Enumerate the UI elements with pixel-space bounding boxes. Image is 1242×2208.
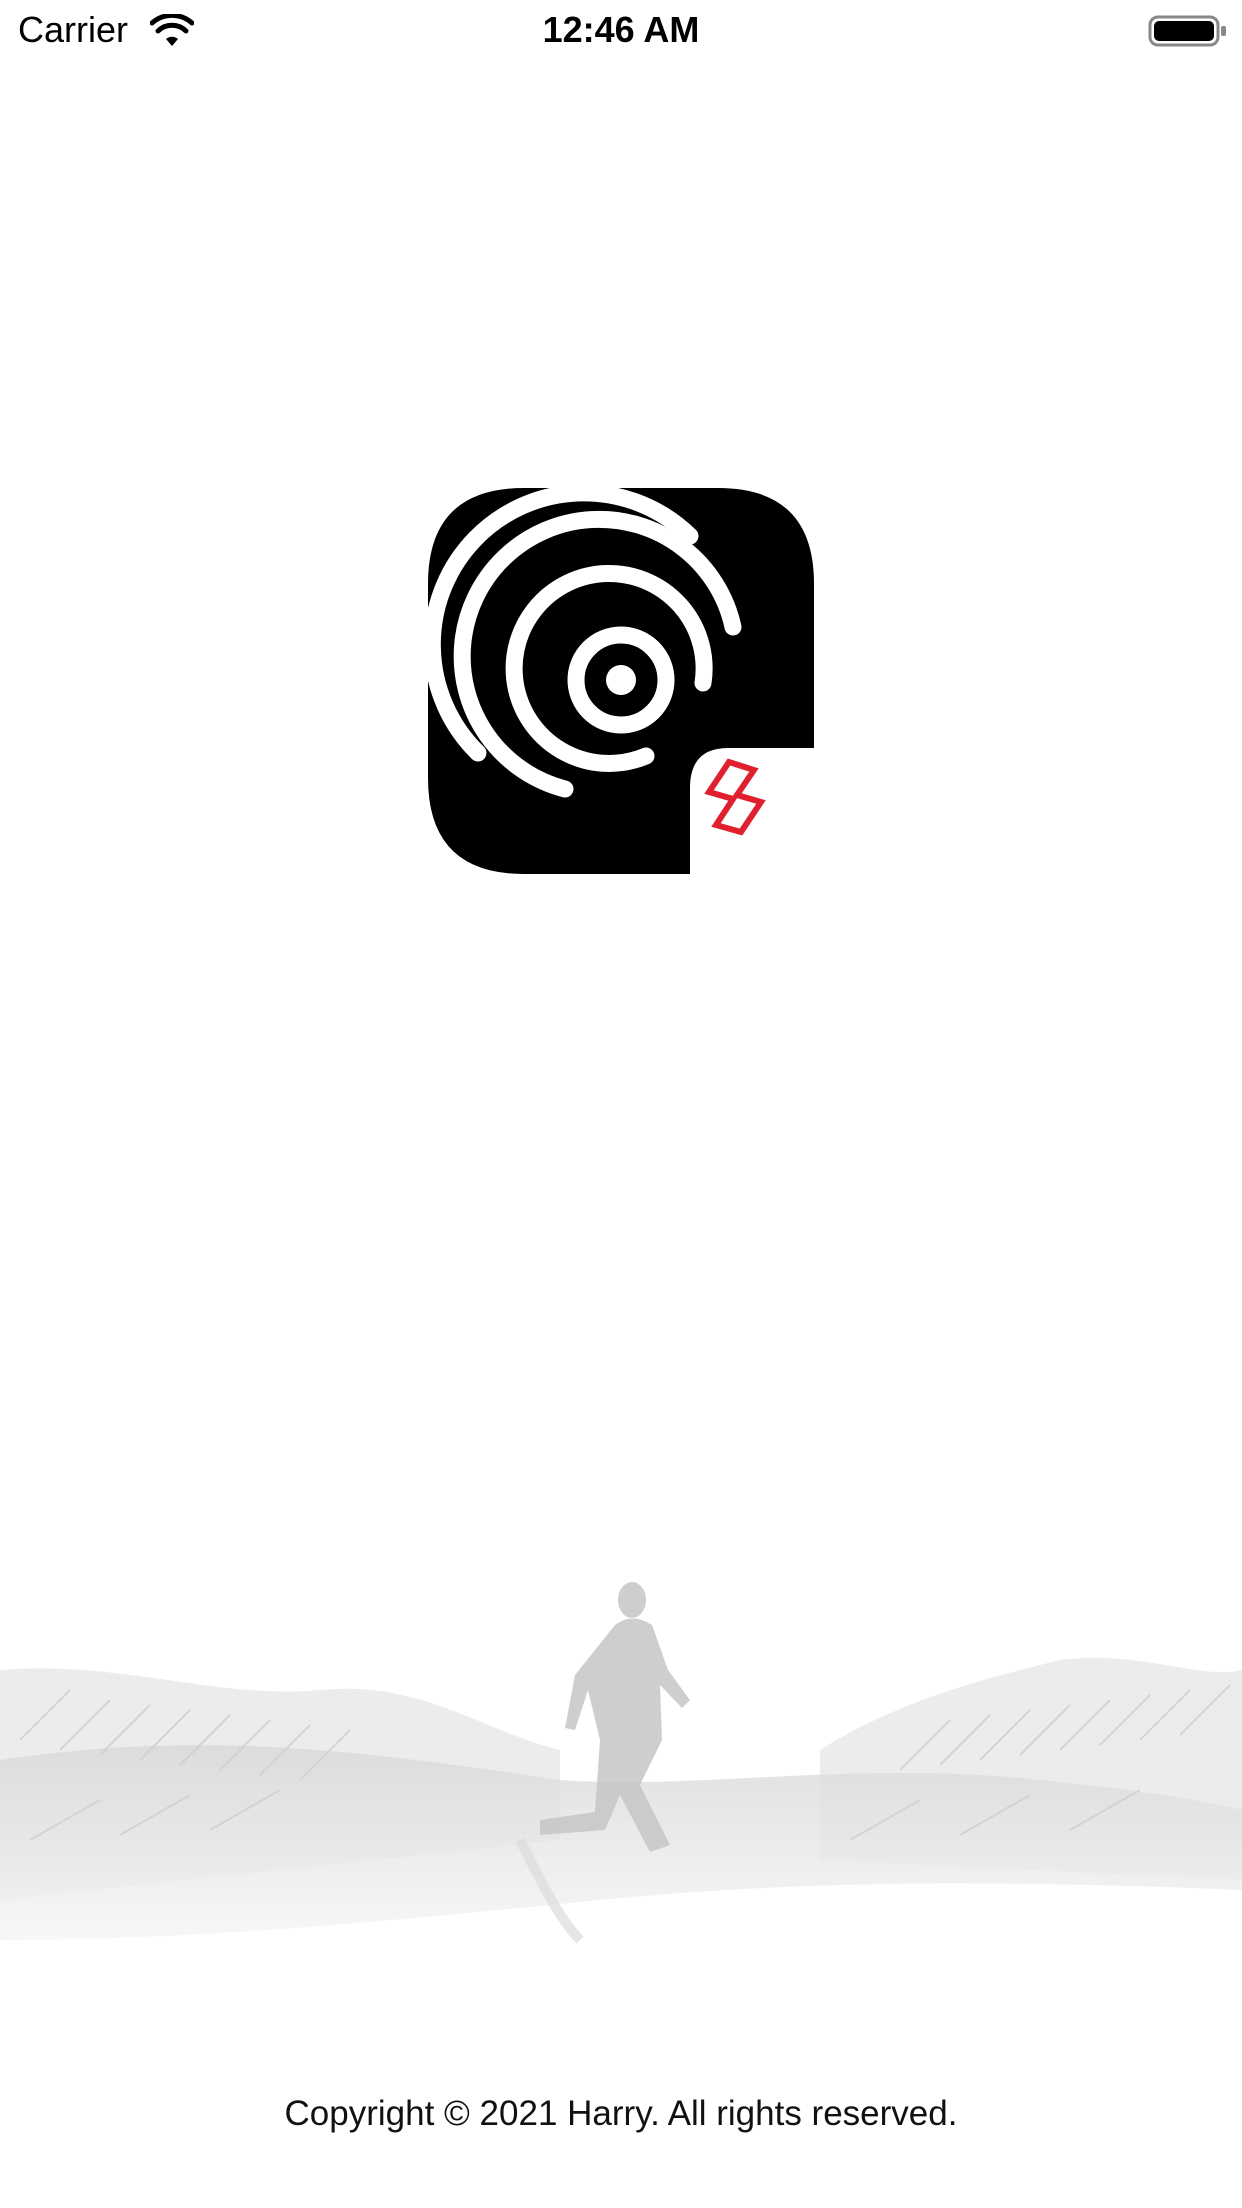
runner-sketch-illustration (0, 1582, 1242, 1944)
battery-icon (1148, 15, 1226, 47)
status-bar: Carrier 12:46 AM (0, 0, 1242, 60)
copyright-text: Copyright © 2021 Harry. All rights reser… (284, 2094, 958, 2133)
app-logo-icon (428, 488, 814, 874)
status-time: 12:46 AM (542, 9, 700, 50)
